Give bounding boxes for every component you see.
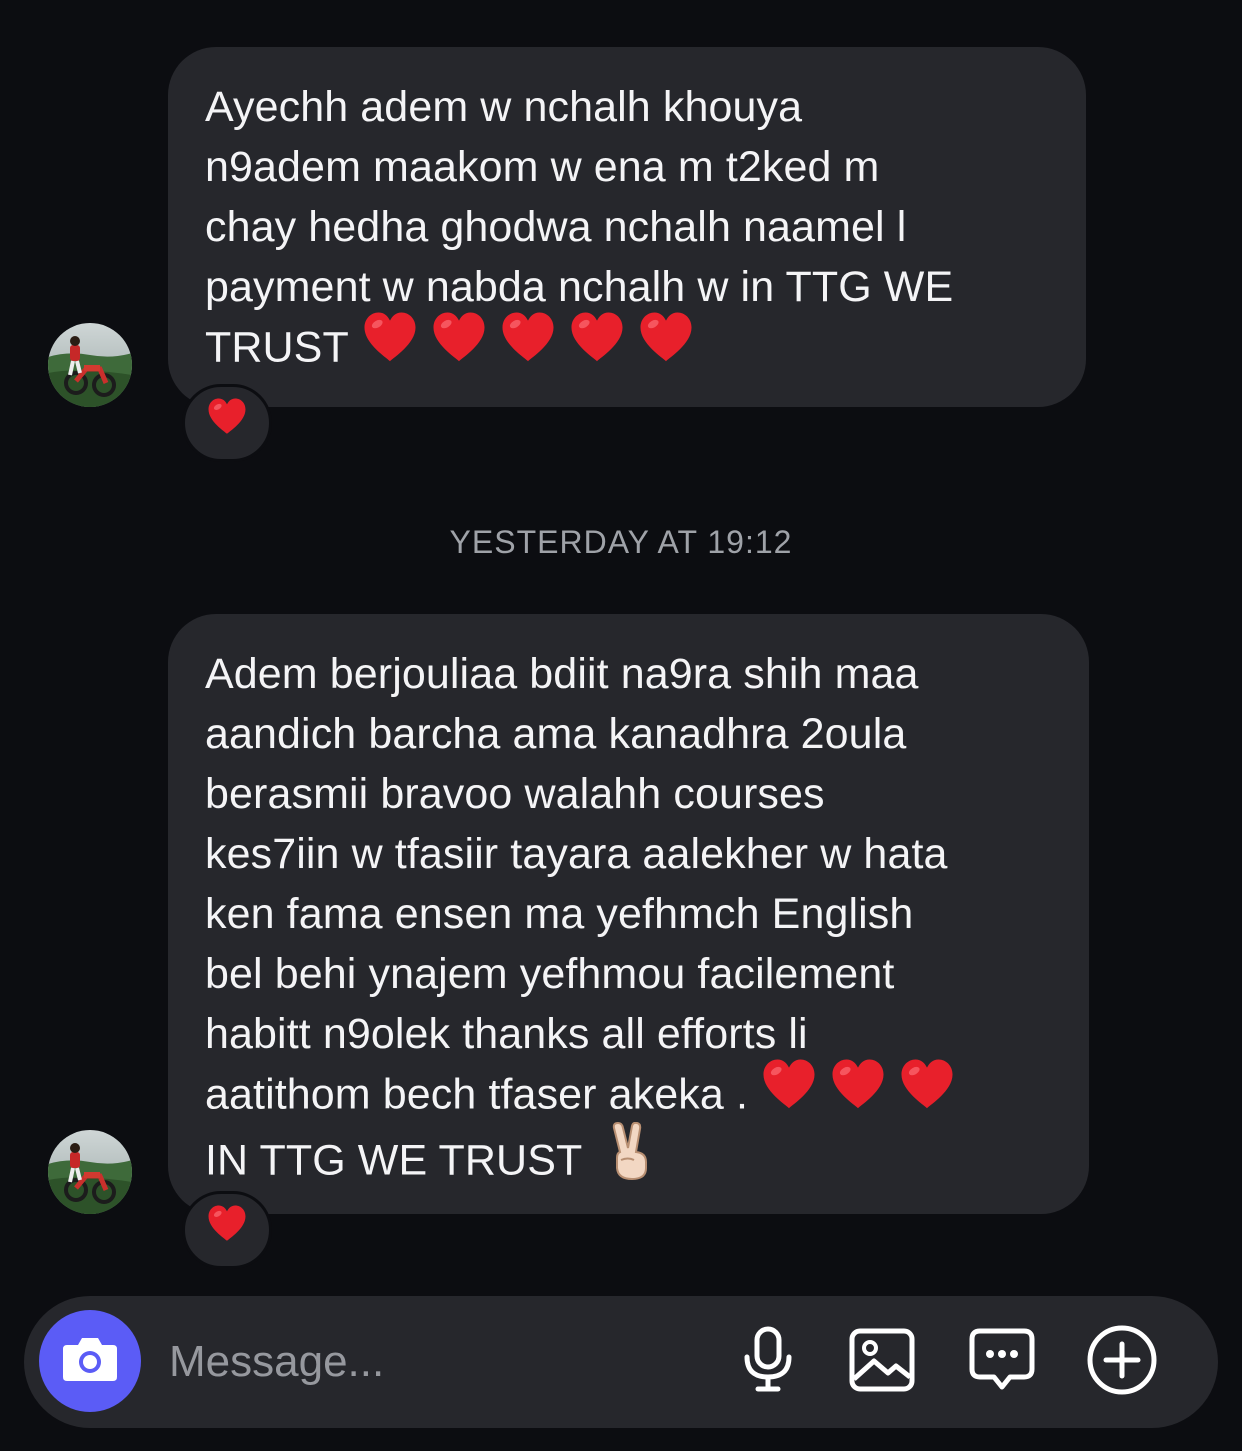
message-input[interactable] [169, 1336, 709, 1388]
victory-hand-icon [606, 1121, 656, 1196]
message-line: Ayechh adem w nchalh khouya [205, 83, 803, 131]
chat-screen: Ayechh adem w nchalh khouya n9adem maako… [0, 0, 1242, 1451]
message-line: aandich barcha ama kanadhra 2oula [205, 710, 907, 758]
message-line: berasmii bravoo walahh courses [205, 770, 825, 818]
heart-icon [206, 1203, 248, 1250]
message-line: Adem berjouliaa bdiit na9ra shih maa [205, 650, 919, 698]
avatar[interactable] [48, 1130, 132, 1214]
microphone-icon [738, 1325, 798, 1400]
message-text: aatithom bech tfaser akeka . [205, 1070, 748, 1119]
message-text: IN TTG WE TRUST [205, 1136, 583, 1185]
reaction-badge[interactable] [182, 1191, 272, 1269]
gallery-button[interactable] [844, 1324, 920, 1400]
heart-emoji-row [760, 1059, 967, 1118]
message-line-last: TRUST [205, 312, 1050, 383]
heart-reaction-icon [206, 1205, 248, 1250]
reaction-badge[interactable] [182, 384, 272, 462]
message-line-last: IN TTG WE TRUST [205, 1121, 1053, 1196]
timestamp: YESTERDAY AT 19:12 [449, 524, 793, 560]
heart-icon [499, 309, 557, 383]
heart-reaction-icon [206, 398, 248, 443]
message-text: TRUST [205, 323, 349, 372]
message-line: aatithom bech tfaser akeka . [205, 1059, 1053, 1130]
message-line: n9adem maakom w ena m t2ked m [205, 143, 880, 191]
message-bubble[interactable]: Ayechh adem w nchalh khouya n9adem maako… [168, 47, 1086, 407]
heart-icon [637, 309, 695, 383]
message-composer [24, 1296, 1218, 1428]
heart-icon [760, 1056, 818, 1130]
heart-icon [568, 309, 626, 383]
camera-button[interactable] [39, 1310, 141, 1412]
message-line: kes7iin w tfasiir tayara aalekher w hata [205, 830, 948, 878]
camera-icon [61, 1335, 119, 1388]
microphone-button[interactable] [730, 1324, 806, 1400]
heart-icon [898, 1056, 956, 1130]
chat-bubble-icon [968, 1327, 1036, 1398]
heart-icon [430, 309, 488, 383]
message-line: habitt n9olek thanks all efforts li [205, 1010, 808, 1058]
heart-icon [206, 396, 248, 443]
plus-circle-icon [1086, 1324, 1158, 1401]
avatar[interactable] [48, 323, 132, 407]
heart-emoji-row [361, 312, 706, 371]
heart-icon [361, 309, 419, 383]
message-line: bel behi ynajem yefhmou facilement [205, 950, 895, 998]
sticker-button[interactable] [964, 1324, 1040, 1400]
heart-icon [829, 1056, 887, 1130]
message-line: payment w nabda nchalh w in TTG WE [205, 263, 954, 311]
more-button[interactable] [1084, 1324, 1160, 1400]
message-line: ken fama ensen ma yefhmch English [205, 890, 914, 938]
message-bubble[interactable]: Adem berjouliaa bdiit na9ra shih maa aan… [168, 614, 1089, 1214]
message-line: chay hedha ghodwa nchalh naamel l [205, 203, 907, 251]
gallery-icon [848, 1327, 916, 1398]
